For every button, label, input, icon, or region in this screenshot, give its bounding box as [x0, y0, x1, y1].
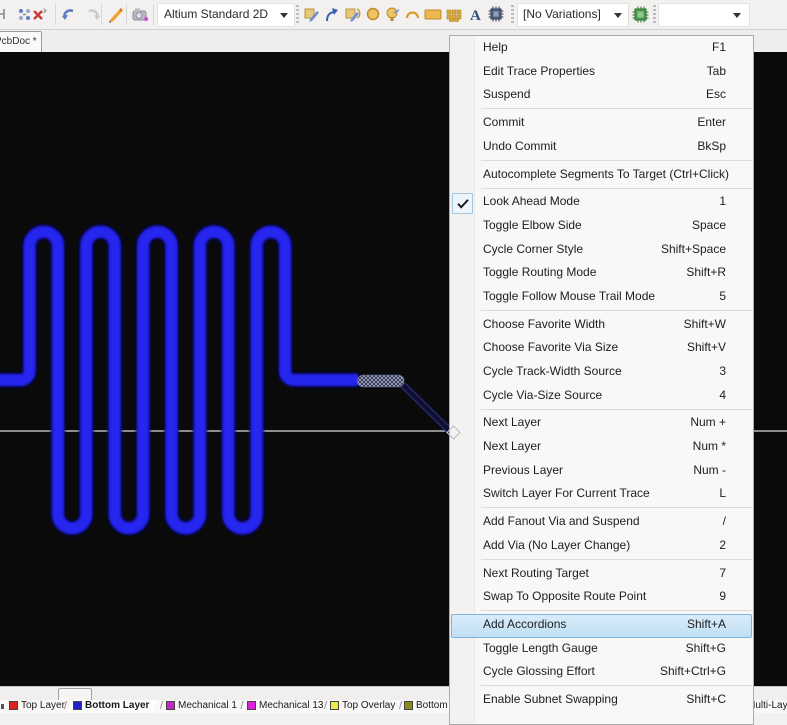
svg-text:A: A — [470, 8, 481, 23]
